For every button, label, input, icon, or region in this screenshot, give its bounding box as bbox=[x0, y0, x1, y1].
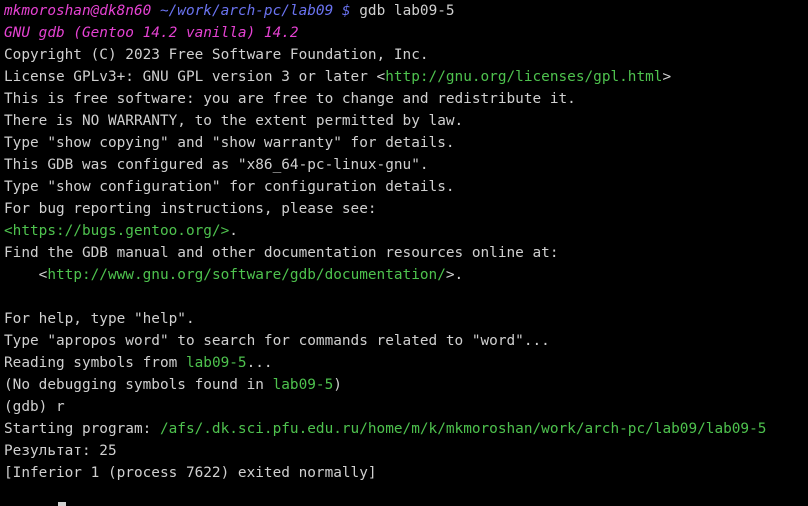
prompt-path: ~/work/arch-pc/lab09 bbox=[159, 3, 334, 19]
reading-symbols-text: Reading symbols from bbox=[4, 355, 186, 371]
inferior-exit-line: [Inferior 1 (process 7622) exited normal… bbox=[4, 465, 377, 481]
show-copying-line: Type "show copying" and "show warranty" … bbox=[4, 135, 455, 151]
bug-reporting-line: For bug reporting instructions, please s… bbox=[4, 201, 377, 217]
manual-url-line: <http://www.gnu.org/software/gdb/documen… bbox=[4, 264, 808, 286]
manual-url-close: >. bbox=[445, 267, 464, 283]
reading-symbols-file: lab09-5 bbox=[185, 355, 247, 371]
no-debug-close: ) bbox=[333, 377, 342, 393]
no-debug-symbols-line: (No debugging symbols found in lab09-5) bbox=[4, 374, 808, 396]
shell-prompt-line: mkmoroshan@dk8n60 ~/work/arch-pc/lab09 $… bbox=[4, 0, 808, 22]
gdb-run-command-line: (gdb) r bbox=[4, 399, 65, 415]
license-close: > bbox=[662, 69, 672, 85]
bug-url-line: <https://bugs.gentoo.org/>. bbox=[4, 220, 808, 242]
gdb-version-line: GNU gdb (Gentoo 14.2 vanilla) 14.2 bbox=[4, 25, 299, 41]
license-text: License GPLv3+: GNU GPL version 3 or lat… bbox=[4, 69, 386, 85]
apropos-line: Type "apropos word" to search for comman… bbox=[4, 333, 550, 349]
bug-url-period: . bbox=[229, 223, 238, 239]
prompt-user-host: mkmoroshan@dk8n60 bbox=[4, 3, 152, 19]
copyright-line: Copyright (C) 2023 Free Software Foundat… bbox=[4, 47, 429, 63]
manual-line: Find the GDB manual and other documentat… bbox=[4, 245, 559, 261]
help-line: For help, type "help". bbox=[4, 311, 195, 327]
starting-program-text: Starting program: bbox=[4, 421, 160, 437]
manual-url-link[interactable]: http://www.gnu.org/software/gdb/document… bbox=[47, 267, 446, 283]
prompt-command: gdb lab09-5 bbox=[359, 3, 455, 19]
free-software-line: This is free software: you are free to c… bbox=[4, 91, 576, 107]
no-debug-file: lab09-5 bbox=[272, 377, 334, 393]
no-debug-text: (No debugging symbols found in bbox=[4, 377, 273, 393]
configured-line: This GDB was configured as "x86_64-pc-li… bbox=[4, 157, 429, 173]
prompt-symbol: $ bbox=[341, 3, 351, 19]
reading-symbols-ellipsis: ... bbox=[246, 355, 273, 371]
starting-program-line: Starting program: /afs/.dk.sci.pfu.edu.r… bbox=[4, 418, 808, 440]
terminal-window[interactable]: mkmoroshan@dk8n60 ~/work/arch-pc/lab09 $… bbox=[0, 0, 808, 506]
result-line: Результат: 25 bbox=[4, 443, 117, 459]
show-configuration-line: Type "show configuration" for configurat… bbox=[4, 179, 455, 195]
input-line[interactable] bbox=[4, 484, 808, 506]
license-line: License GPLv3+: GNU GPL version 3 or lat… bbox=[4, 66, 808, 88]
bug-url-link[interactable]: <https://bugs.gentoo.org/> bbox=[4, 223, 229, 239]
warranty-line: There is NO WARRANTY, to the extent perm… bbox=[4, 113, 464, 129]
license-link[interactable]: http://gnu.org/licenses/gpl.html bbox=[385, 69, 662, 85]
manual-url-open: < bbox=[4, 267, 48, 283]
text-cursor bbox=[58, 502, 66, 506]
reading-symbols-line: Reading symbols from lab09-5... bbox=[4, 352, 808, 374]
program-path: /afs/.dk.sci.pfu.edu.ru/home/m/k/mkmoros… bbox=[159, 421, 767, 437]
